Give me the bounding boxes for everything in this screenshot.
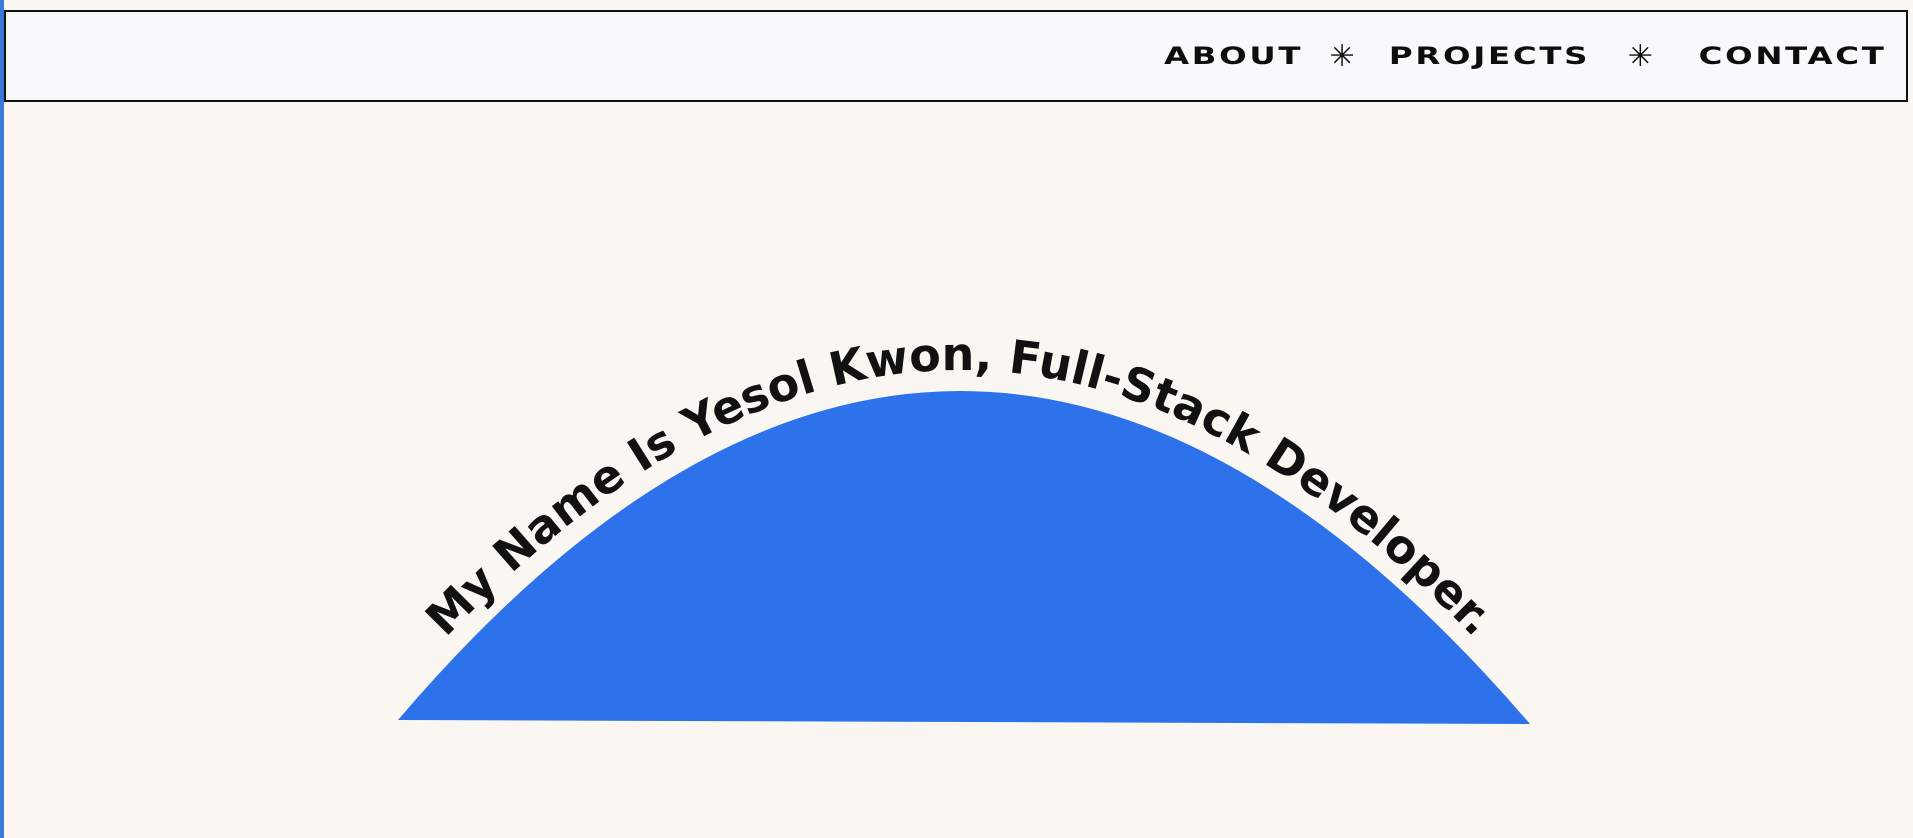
hero-section: My Name Is Yesol Kwon, Full-Stack Develo…: [398, 327, 1530, 724]
hero-dome: [398, 390, 1530, 724]
